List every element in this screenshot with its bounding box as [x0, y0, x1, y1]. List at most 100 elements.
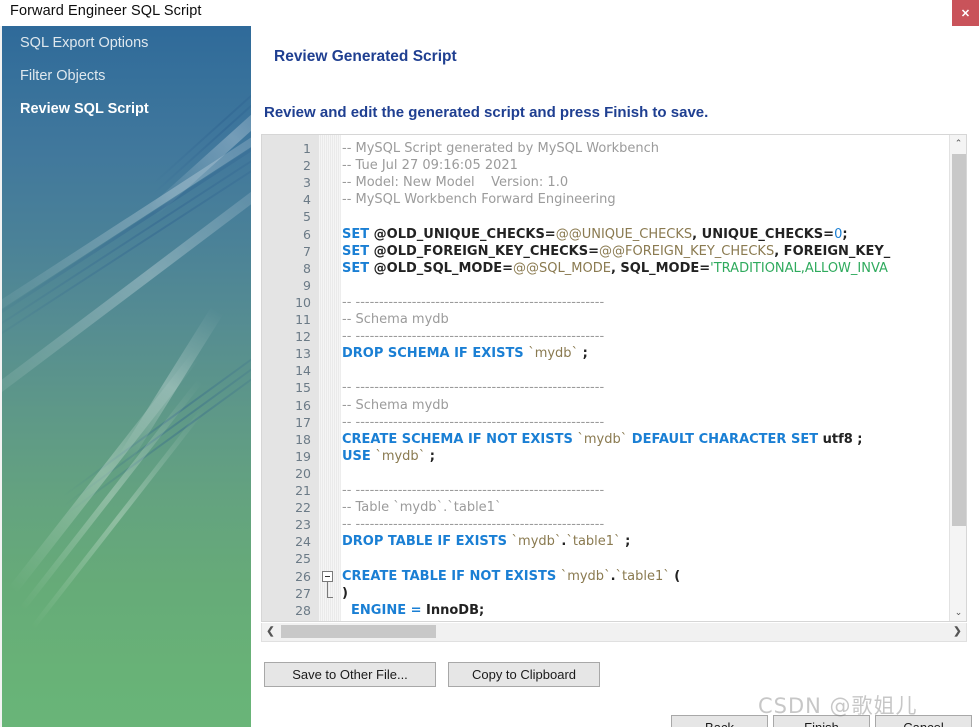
- code-line: SET @OLD_FOREIGN_KEY_CHECKS=@@FOREIGN_KE…: [342, 243, 890, 260]
- code-token: @@FOREIGN_KEY_CHECKS: [599, 243, 775, 259]
- code-token: -- Tue Jul 27 09:16:05 2021: [342, 158, 518, 174]
- code-token: @@UNIQUE_CHECKS: [555, 226, 693, 242]
- code-token: CREATE TABLE IF NOT EXISTS: [342, 568, 561, 584]
- line-number: 3: [303, 175, 311, 191]
- code-token: `mydb`: [375, 448, 426, 464]
- window-title: Forward Engineer SQL Script: [10, 3, 202, 19]
- horizontal-scrollbar-thumb[interactable]: [281, 625, 436, 638]
- code-token: -- -------------------------------------…: [342, 414, 605, 430]
- save-to-other-file-button[interactable]: Save to Other File...: [264, 662, 436, 687]
- code-line: -- -------------------------------------…: [342, 414, 604, 431]
- code-token: ;: [842, 226, 848, 242]
- code-token: -- -------------------------------------…: [342, 329, 605, 345]
- code-token: 'TRADITIONAL,ALLOW_INVA: [710, 260, 888, 276]
- code-token: utf8 ;: [822, 431, 863, 447]
- line-number: 4: [303, 192, 311, 208]
- line-number: 6: [303, 226, 311, 242]
- scroll-left-icon[interactable]: ❮: [262, 623, 279, 640]
- forward-engineer-dialog: Forward Engineer SQL Script ✕ SQL Export…: [0, 0, 979, 727]
- vertical-scrollbar-thumb[interactable]: [952, 154, 966, 526]
- line-number: 24: [295, 534, 311, 550]
- back-button[interactable]: Back: [671, 715, 768, 727]
- code-token: -- Model: New Model Version: 1.0: [342, 175, 569, 191]
- code-token: ): [342, 585, 348, 601]
- code-line: CREATE SCHEMA IF NOT EXISTS `mydb` DEFAU…: [342, 431, 863, 448]
- code-token: `table1`: [615, 568, 670, 584]
- code-token: -- -------------------------------------…: [342, 294, 605, 310]
- code-line: -- MySQL Workbench Forward Engineering: [342, 191, 616, 208]
- code-line: -- Model: New Model Version: 1.0: [342, 174, 568, 191]
- code-line: -- -------------------------------------…: [342, 328, 604, 345]
- code-token: SET: [342, 260, 374, 276]
- code-line: ENGINE = InnoDB;: [342, 602, 484, 619]
- code-line: -- -------------------------------------…: [342, 379, 604, 396]
- code-token: , UNIQUE_CHECKS=: [692, 226, 835, 242]
- sidebar-item-label: Review SQL Script: [20, 100, 149, 117]
- wizard-steps: SQL Export Options Filter Objects Review…: [2, 26, 251, 125]
- code-token: , SQL_MODE=: [610, 260, 711, 276]
- line-number: 2: [303, 158, 311, 174]
- code-token: ;: [578, 346, 588, 362]
- scroll-down-icon[interactable]: ⌄: [950, 604, 966, 621]
- line-number: 22: [295, 500, 311, 516]
- scroll-right-icon[interactable]: ❯: [949, 623, 966, 640]
- line-number: 1: [303, 141, 311, 156]
- line-number: 10: [295, 294, 311, 310]
- finish-button[interactable]: Finish: [773, 715, 870, 727]
- fold-collapse-icon[interactable]: [322, 570, 333, 582]
- scroll-up-icon[interactable]: ⌃: [950, 135, 966, 152]
- code-token: `mydb`: [577, 431, 628, 447]
- code-token: -- -------------------------------------…: [342, 483, 605, 498]
- line-number: 27: [295, 585, 311, 601]
- code-line: -- Table `mydb`.`table1`: [342, 499, 501, 516]
- close-icon[interactable]: ✕: [952, 0, 979, 27]
- line-number: 11: [295, 312, 311, 327]
- code-token: @OLD_UNIQUE_CHECKS=: [373, 226, 556, 242]
- code-line: -- Schema mydb: [342, 397, 449, 414]
- sidebar-item-sql-export-options[interactable]: SQL Export Options: [2, 26, 251, 59]
- line-number: 14: [295, 363, 311, 379]
- fold-bracket-icon: [327, 581, 333, 598]
- main-panel: Review Generated Script Review and edit …: [251, 26, 979, 727]
- page-title: Review Generated Script: [274, 48, 457, 65]
- code-token: `table1`: [566, 534, 621, 550]
- sql-code-text[interactable]: -- MySQL Script generated by MySQL Workb…: [342, 135, 966, 621]
- line-number: 12: [295, 329, 311, 345]
- code-line: -- MySQL Script generated by MySQL Workb…: [342, 140, 659, 157]
- code-token: -- -------------------------------------…: [342, 380, 605, 396]
- code-token: ;: [620, 534, 631, 550]
- code-token: -- Schema mydb: [342, 312, 449, 327]
- code-line: USE `mydb` ;: [342, 448, 435, 465]
- vertical-scrollbar[interactable]: ⌃ ⌄: [949, 135, 966, 621]
- code-token: DROP SCHEMA IF EXISTS: [342, 346, 529, 362]
- sidebar-item-label: SQL Export Options: [20, 34, 149, 51]
- code-token: CREATE SCHEMA IF NOT EXISTS: [342, 431, 578, 447]
- code-token: `mydb`: [528, 346, 579, 362]
- code-line: DROP TABLE IF EXISTS `mydb`.`table1` ;: [342, 533, 630, 550]
- copy-to-clipboard-button[interactable]: Copy to Clipboard: [448, 662, 600, 687]
- code-token: -- Table `mydb`.`table1`: [342, 500, 502, 516]
- code-token: @OLD_FOREIGN_KEY_CHECKS=: [373, 243, 600, 259]
- line-number-gutter: 1 2 3 4 5 6 7 8 9 10 11 12 13 14 15 16 17 18 19 20 21 22 23 24 2…: [262, 135, 319, 621]
- code-token: `mydb`: [560, 568, 611, 584]
- code-token: ENGINE =: [342, 602, 427, 618]
- code-line: CREATE TABLE IF NOT EXISTS `mydb`.`table…: [342, 568, 680, 585]
- line-number: 18: [295, 431, 311, 447]
- page-subtitle: Review and edit the generated script and…: [264, 104, 709, 121]
- sidebar-item-filter-objects[interactable]: Filter Objects: [2, 59, 251, 92]
- sidebar-decoration: [2, 26, 251, 727]
- sql-script-editor[interactable]: 1 2 3 4 5 6 7 8 9 10 11 12 13 14 15 16 17 18 19 20 21 22 23 24 2…: [261, 134, 967, 622]
- line-number: 29: [295, 619, 311, 621]
- line-number: 7: [303, 243, 311, 259]
- horizontal-scrollbar[interactable]: ❮ ❯: [261, 623, 967, 642]
- code-folding-column[interactable]: [319, 135, 341, 621]
- line-number: 21: [295, 483, 311, 498]
- code-token: -- MySQL Script generated by MySQL Workb…: [342, 141, 660, 156]
- code-line: -- -------------------------------------…: [342, 516, 604, 533]
- code-token: -- MySQL Workbench Forward Engineering: [342, 192, 616, 208]
- sidebar-item-review-sql-script[interactable]: Review SQL Script: [2, 92, 251, 125]
- code-line: -- -------------------------------------…: [342, 482, 604, 499]
- line-number: 23: [295, 517, 311, 533]
- cancel-button[interactable]: Cancel: [875, 715, 972, 727]
- line-number: 9: [303, 277, 311, 293]
